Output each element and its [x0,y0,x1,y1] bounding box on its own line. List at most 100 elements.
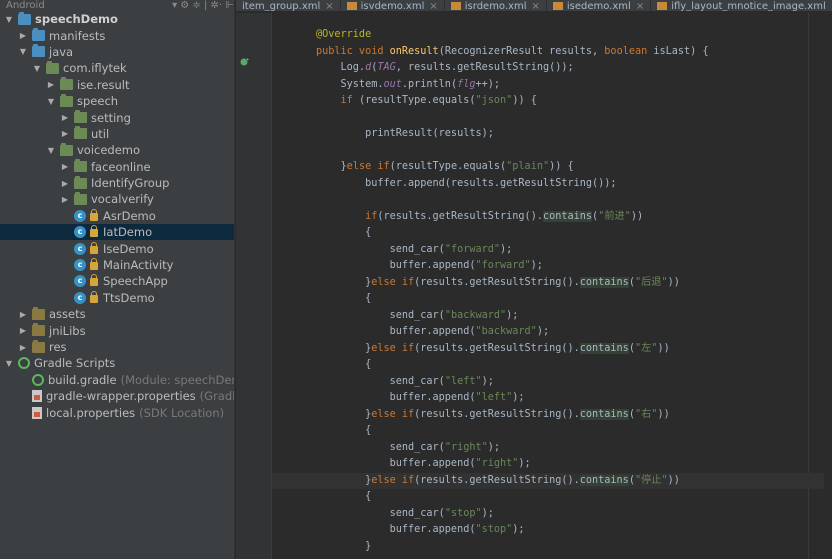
tab-ifly-layout-xml[interactable]: ifly_layout_mnotice_image.xml× [651,0,832,11]
code-line: if(results.getResultString().contains("前… [272,209,832,226]
collapse-arrow-icon[interactable]: ▶ [18,31,28,40]
code-line: buffer.append("stop"); [272,522,832,539]
tree-row-label: voicedemo [77,143,141,158]
tree-row-vocalverify[interactable]: ▶ vocalverify [0,191,234,207]
collapse-arrow-icon[interactable]: ▶ [60,195,70,204]
tree-row-faceonline[interactable]: ▶ faceonline [0,159,234,175]
project-view-toolbar-icons[interactable]: ▾ ⚙ ≑ | ✲· ⊩ [172,0,234,11]
tree-row-ttsdemo[interactable]: c TtsDemo [0,290,234,306]
java-class-icon: c [74,226,86,239]
code-line: @Override [272,27,832,44]
code-line: { [272,291,832,308]
code-token: )) [657,342,670,354]
tree-row-label: speechDemo [35,12,118,27]
collapse-arrow-icon[interactable]: ▶ [18,343,28,352]
collapse-arrow-icon[interactable]: ▶ [18,310,28,319]
tree-row-isedemo[interactable]: c IseDemo [0,240,234,256]
tree-row-util[interactable]: ▶ util [0,126,234,142]
code-token: public void [316,45,390,57]
tab-label: isrdemo.xml [464,0,527,12]
code-token: (results.getResultString(). [414,408,580,420]
code-token: buffer.append( [316,524,476,535]
package-icon [46,60,59,74]
properties-file-icon [32,390,42,403]
code-token: if [340,95,359,106]
code-token: Log. [316,62,366,73]
tree-row-label: local.properties [46,405,136,420]
tab-close-icon[interactable]: × [325,1,333,12]
tab-item-group-xml[interactable]: item_group.xml × [236,0,341,12]
tab-close-icon[interactable]: × [636,1,644,12]
code-line: }else if(results.getResultString().conta… [272,275,832,292]
tree-row-asrdemo[interactable]: c AsrDemo [0,208,234,224]
collapse-arrow-icon[interactable]: ▶ [18,326,28,335]
code-token: onResult [389,45,439,57]
tree-row-local-properties[interactable]: local.properties (SDK Location) [0,404,234,420]
tree-row-label: setting [91,110,131,125]
tree-row-label: java [49,44,74,59]
collapse-arrow-icon[interactable]: ▶ [60,162,70,171]
tree-row-manifests[interactable]: ▶ manifests [0,27,234,43]
expand-arrow-icon[interactable]: ▼ [18,47,28,56]
editor-gutter [236,13,272,559]
code-token: )) [667,276,680,288]
java-class-icon: c [74,209,86,222]
tab-isrdemo-xml[interactable]: isrdemo.xml × [445,0,547,12]
tree-row-java[interactable]: ▼ java [0,44,234,60]
code-editor[interactable]: @Override public void onResult(Recognizer… [272,13,832,559]
tree-row-assets[interactable]: ▶ assets [0,306,234,322]
code-token: "stop" [444,507,482,519]
expand-arrow-icon[interactable]: ▼ [46,146,56,155]
code-line: buffer.append("left"); [272,390,832,407]
tree-row-label: MainActivity [103,258,174,273]
access-lock-icon [90,290,98,303]
tree-row-setting[interactable]: ▶ setting [0,109,234,125]
code-token: (resultType.equals( [389,161,507,172]
code-token: buffer.append( [316,326,476,337]
tab-isvdemo-xml[interactable]: isvdemo.xml × [341,0,445,12]
expand-arrow-icon[interactable]: ▼ [4,15,14,24]
tree-row-build-gradle[interactable]: build.gradle(Module: speechDemo [0,372,234,388]
code-token: { [316,491,372,502]
tree-row-ise-result[interactable]: ▶ ise.result [0,77,234,93]
code-token: @Override [316,29,372,40]
code-token: else if [371,276,415,288]
package-icon [74,126,87,140]
code-token: "forward" [444,243,501,255]
override-method-icon[interactable] [240,57,250,67]
tree-row-gradle-scripts[interactable]: ▼ Gradle Scripts [0,355,234,371]
code-token: (results.getResultString(). [414,276,580,288]
code-token: )) [667,474,680,486]
tree-row-gradle-wrapper[interactable]: gradle-wrapper.properties(Gradle [0,388,234,404]
tree-row-speechdemo[interactable]: ▼ speechDemo [0,11,234,27]
tab-close-icon[interactable]: × [532,1,540,12]
tree-row-label: SpeechApp [103,274,168,289]
expand-arrow-icon[interactable]: ▼ [32,64,42,73]
code-line: buffer.append("backward"); [272,324,832,341]
code-token: { [316,293,372,304]
collapse-arrow-icon[interactable]: ▶ [46,80,56,89]
tree-row-iatdemo[interactable]: c IatDemo [0,224,234,241]
tree-row-res[interactable]: ▶ res [0,339,234,355]
editor-scrollbar[interactable] [824,13,832,559]
tree-row-voicedemo[interactable]: ▼ voicedemo [0,142,234,158]
tree-row-label: IdentifyGroup [91,176,170,191]
expand-arrow-icon[interactable]: ▼ [4,359,14,368]
tree-row-com-iflytek[interactable]: ▼ com.iflytek [0,60,234,76]
tab-isedemo-xml[interactable]: isedemo.xml × [547,0,652,12]
collapse-arrow-icon[interactable]: ▶ [60,129,70,138]
project-view-selector[interactable]: Android [6,0,45,11]
tab-close-icon[interactable]: × [429,1,437,12]
tree-row-jnilibs[interactable]: ▶ jniLibs [0,322,234,338]
tree-row-mainactivity[interactable]: c MainActivity [0,257,234,273]
tree-row-speech[interactable]: ▼ speech [0,93,234,109]
code-token: "plain" [506,161,550,172]
code-token: ); [500,243,513,255]
tree-row-speechapp[interactable]: c SpeechApp [0,273,234,289]
collapse-arrow-icon[interactable]: ▶ [60,113,70,122]
collapse-arrow-icon[interactable]: ▶ [60,179,70,188]
tree-row-identifygroup[interactable]: ▶ IdentifyGroup [0,175,234,191]
code-token: ); [481,375,494,387]
expand-arrow-icon[interactable]: ▼ [46,97,56,106]
package-icon [74,159,87,173]
